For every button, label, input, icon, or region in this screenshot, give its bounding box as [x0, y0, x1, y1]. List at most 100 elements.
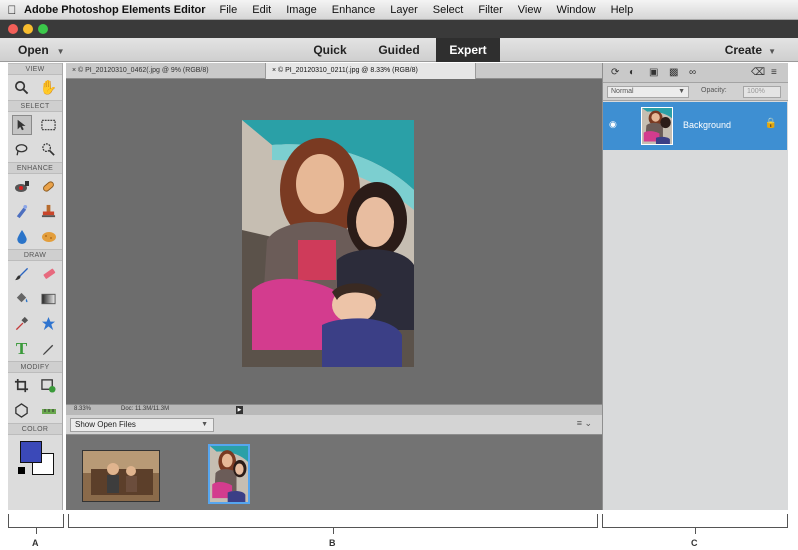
eyedropper-icon[interactable] — [12, 314, 32, 334]
callout-bracket-c — [602, 514, 788, 528]
delete-layer-icon[interactable]: ⌫ — [751, 67, 765, 78]
chevron-down-icon: ▼ — [678, 88, 685, 95]
clone-stamp-icon[interactable] — [39, 202, 59, 222]
blend-mode-value: Normal — [611, 88, 634, 95]
tab-quick[interactable]: Quick — [300, 38, 360, 62]
quick-selection-icon[interactable] — [39, 140, 59, 160]
open-button[interactable]: Open ▼ — [18, 43, 65, 57]
photo-bin-bar: Show Open Files ▼ ≡ ⌄ — [66, 415, 602, 435]
type-icon[interactable]: T — [12, 339, 32, 359]
status-menu-arrow-icon[interactable]: ▶ — [236, 406, 243, 414]
thumbnail-family-photo-2[interactable] — [208, 444, 250, 504]
zoom-window-button[interactable] — [38, 24, 48, 34]
straighten-icon[interactable] — [39, 401, 59, 421]
family-photo — [242, 120, 414, 367]
content-aware-move-icon[interactable] — [12, 401, 32, 421]
gradient-icon[interactable] — [39, 289, 59, 309]
menu-window[interactable]: Window — [556, 4, 595, 16]
tab-expert[interactable]: Expert — [436, 38, 500, 62]
crop-icon[interactable] — [12, 376, 32, 396]
layer-mask-icon[interactable]: ▣ — [649, 67, 658, 78]
document-tabs: × © PI_20120310_0462(.jpg @ 9% (RGB/8) ×… — [66, 63, 602, 79]
recompose-icon[interactable] — [39, 376, 59, 396]
hand-icon[interactable]: ✋ — [39, 78, 59, 98]
menu-help[interactable]: Help — [611, 4, 634, 16]
blur-icon[interactable] — [12, 227, 32, 247]
menu-file[interactable]: File — [220, 4, 238, 16]
eye-icon[interactable]: ◉ — [609, 119, 617, 130]
callout-bracket-a — [8, 514, 64, 528]
toolbox-section-draw: DRAW — [8, 249, 62, 261]
panel-menu-icon[interactable]: ≡ — [771, 67, 777, 78]
toolbox-section-enhance: ENHANCE — [8, 162, 62, 174]
chevron-down-icon: ▼ — [56, 47, 65, 56]
lock-icon[interactable]: 🔒 — [765, 118, 777, 129]
thumbnail-family-photo-1[interactable] — [82, 450, 160, 502]
shape-icon[interactable] — [39, 314, 59, 334]
tab-guided[interactable]: Guided — [368, 38, 430, 62]
lasso-icon[interactable] — [12, 140, 32, 160]
toolbox-section-color: COLOR — [8, 423, 62, 435]
callout-tick-c — [695, 528, 696, 534]
create-label: Create — [724, 43, 763, 57]
paint-bucket-icon[interactable] — [12, 289, 32, 309]
document-tab-active[interactable]: × © PI_20120310_0211(.jpg @ 8.33% (RGB/8… — [266, 63, 476, 79]
move-icon[interactable] — [11, 114, 32, 135]
app-name-menu[interactable]: Adobe Photoshop Elements Editor — [24, 4, 206, 16]
zoom-icon[interactable] — [12, 78, 32, 98]
create-button[interactable]: Create ▼ — [725, 43, 776, 57]
callout-label-c: C — [691, 538, 698, 548]
toolbox-section-select: SELECT — [8, 100, 62, 112]
default-colors-icon[interactable] — [18, 467, 25, 474]
minimize-window-button[interactable] — [23, 24, 33, 34]
layer-row-background[interactable]: ◉ Background 🔒 — [603, 102, 787, 150]
menu-layer[interactable]: Layer — [390, 4, 418, 16]
photo-bin-select-label: Show Open Files — [75, 420, 136, 429]
opacity-input[interactable]: 100% — [743, 86, 781, 98]
callout-tick-a — [36, 528, 37, 534]
opacity-label: Opacity: — [701, 87, 727, 94]
brush-icon[interactable] — [12, 264, 32, 284]
sponge-icon[interactable] — [39, 227, 59, 247]
chevron-down-icon: ▼ — [768, 47, 776, 56]
new-layer-icon[interactable]: ⟳ — [611, 67, 619, 78]
callout-tick-b — [333, 528, 334, 534]
lock-all-icon[interactable]: ▩ — [669, 67, 678, 78]
red-eye-icon[interactable] — [12, 177, 32, 197]
menu-image[interactable]: Image — [286, 4, 317, 16]
status-bar: 8.33% Doc: 11.3M/11.3M ▶ — [66, 404, 602, 415]
layer-thumbnail — [641, 107, 673, 145]
healing-brush-icon[interactable] — [39, 177, 59, 197]
layer-name: Background — [683, 120, 732, 130]
menu-select[interactable]: Select — [433, 4, 464, 16]
layers-panel-toolbar: ⟳ ◐ ▣ ▩ ∞ ⌫ ≡ — [603, 63, 788, 83]
adjustment-layer-icon[interactable]: ◐ — [629, 67, 635, 78]
status-zoom: 8.33% — [74, 406, 92, 412]
pencil-icon[interactable] — [39, 339, 59, 359]
marquee-icon[interactable] — [39, 115, 59, 135]
eraser-icon[interactable] — [39, 264, 59, 284]
photo-bin-menu-icon[interactable]: ≡ ⌄ — [577, 418, 592, 429]
close-window-button[interactable] — [8, 24, 18, 34]
photo-bin-select[interactable]: Show Open Files ▼ — [70, 418, 214, 432]
document-tab[interactable]: × © PI_20120310_0462(.jpg @ 9% (RGB/8) — [66, 63, 266, 79]
callout-annotations: A B C — [0, 510, 798, 550]
mode-bar: Open ▼ Quick Guided Expert Create ▼ — [0, 38, 798, 62]
smart-brush-icon[interactable] — [12, 202, 32, 222]
photo-bin — [66, 435, 602, 510]
layers-panel: ⟳ ◐ ▣ ▩ ∞ ⌫ ≡ Normal ▼ Opacity: 100% ◉ B… — [602, 63, 788, 510]
foreground-color-swatch[interactable] — [20, 441, 42, 463]
menu-filter[interactable]: Filter — [478, 4, 502, 16]
menu-view[interactable]: View — [518, 4, 542, 16]
menu-edit[interactable]: Edit — [252, 4, 271, 16]
toolbox: VIEW ✋ SELECT ENHANCE DRAW T MODIFY COLO… — [8, 63, 63, 510]
menu-enhance[interactable]: Enhance — [332, 4, 375, 16]
status-doc-size: Doc: 11.3M/11.3M — [121, 406, 170, 412]
chevron-down-icon: ▼ — [201, 421, 208, 428]
toolbox-section-modify: MODIFY — [8, 361, 62, 373]
blend-mode-select[interactable]: Normal ▼ — [607, 86, 689, 98]
apple-icon[interactable]:  — [0, 3, 24, 17]
open-label: Open — [18, 43, 49, 57]
link-layers-icon[interactable]: ∞ — [689, 67, 696, 78]
canvas-view[interactable] — [66, 79, 602, 415]
